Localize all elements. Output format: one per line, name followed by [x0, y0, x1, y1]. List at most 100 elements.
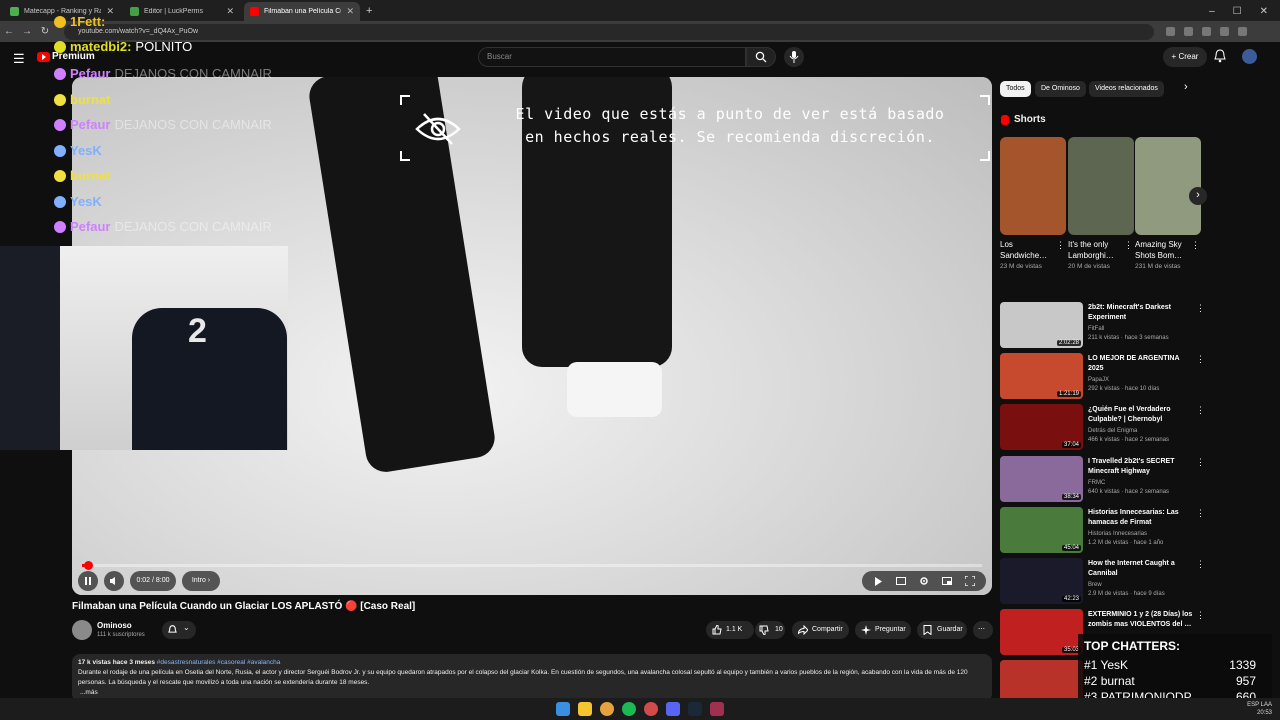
more-vertical-icon[interactable]: ⋮	[1196, 303, 1205, 314]
steam-icon[interactable]	[688, 702, 702, 716]
create-button[interactable]: + Crear	[1163, 47, 1207, 67]
more-vertical-icon[interactable]: ⋮	[1196, 610, 1205, 621]
video-title[interactable]: ¿Quién Fue el Verdadero Culpable? | Cher…	[1088, 405, 1194, 425]
start-menu-icon[interactable]	[556, 702, 570, 716]
close-tab-icon[interactable]: ✕	[226, 6, 234, 17]
dislike-button[interactable]: 10	[755, 621, 785, 639]
tab-youtube[interactable]: Filmaban una Película Cuand ✕	[244, 2, 360, 21]
channel-name[interactable]: PapaJX	[1088, 377, 1109, 383]
close-tab-icon[interactable]: ✕	[346, 6, 354, 17]
chip-all[interactable]: Todos	[1000, 81, 1031, 97]
more-vertical-icon[interactable]: ⋮	[1196, 457, 1205, 468]
video-title[interactable]: How the Internet Caught a Cannibal	[1088, 559, 1194, 579]
channel-avatar[interactable]	[72, 620, 92, 640]
subscription-bell-button[interactable]: ⌄	[162, 621, 196, 639]
share-button[interactable]: Compartir	[792, 621, 849, 639]
video-thumbnail[interactable]: 35:03	[1000, 609, 1083, 656]
short-thumbnail[interactable]	[1000, 137, 1066, 235]
subtitles-icon[interactable]	[896, 577, 906, 585]
channel-name[interactable]: Brew	[1088, 582, 1102, 588]
file-explorer-icon[interactable]	[578, 702, 592, 716]
tab-luckperms[interactable]: Editor | LuckPerms ✕	[124, 2, 240, 21]
short-title[interactable]: Amazing Sky Shots Bom…	[1135, 239, 1191, 261]
volume-button[interactable]	[104, 571, 124, 591]
forward-icon[interactable]: →	[18, 26, 36, 37]
settings-gear-icon[interactable]	[919, 576, 929, 586]
video-thumbnail[interactable]: 1:21:19	[1000, 353, 1083, 400]
close-window-icon[interactable]: ✕	[1260, 6, 1268, 17]
system-clock[interactable]: ESP LAA 20:53	[1247, 701, 1272, 717]
video-title[interactable]: I Travelled 2b2t's SECRET Minecraft High…	[1088, 457, 1194, 477]
recommended-video[interactable]: 2:02:28 2b2t: Minecraft's Darkest Experim…	[1000, 302, 1205, 348]
recommended-video[interactable]: 45:04 Historias Innecesarias: Las hamacas…	[1000, 506, 1205, 553]
video-thumbnail[interactable]: 2:02:28	[1000, 302, 1083, 348]
channel-name[interactable]: FitFall	[1088, 326, 1104, 332]
short-thumbnail[interactable]	[1135, 137, 1201, 235]
maximize-icon[interactable]: ☐	[1233, 6, 1242, 17]
miniplayer-icon[interactable]	[942, 577, 952, 585]
video-thumbnail[interactable]: 42:23	[1000, 558, 1083, 604]
more-vertical-icon[interactable]: ⋮	[1124, 240, 1133, 251]
video-title[interactable]: 2b2t: Minecraft's Darkest Experiment	[1088, 303, 1194, 323]
channel-name[interactable]: Detrás del Enigma	[1088, 428, 1137, 434]
voice-search-button[interactable]	[784, 47, 804, 67]
discord-icon[interactable]	[666, 702, 680, 716]
back-icon[interactable]: ←	[0, 26, 18, 37]
pause-button[interactable]	[78, 571, 98, 591]
extension-icon[interactable]	[1166, 27, 1175, 36]
new-tab-button[interactable]: +	[366, 2, 372, 21]
video-thumbnail[interactable]: 37:04	[1000, 404, 1083, 451]
extension-icon[interactable]	[1202, 27, 1211, 36]
short-thumbnail[interactable]	[1068, 137, 1134, 235]
short-title[interactable]: It's the only Lamborghi…	[1068, 239, 1124, 261]
notifications-bell-icon[interactable]	[1214, 49, 1226, 63]
progress-bar[interactable]	[82, 561, 982, 570]
short-card[interactable]: Amazing Sky Shots Bom… 231 M de vistas ⋮	[1135, 137, 1201, 271]
video-title[interactable]: LO MEJOR DE ARGENTINA 2025	[1088, 354, 1194, 374]
video-title[interactable]: EXTERMINIO 1 y 2 (28 Días) los zombis ma…	[1088, 610, 1194, 630]
channel-name[interactable]: Historias Innecesarias	[1088, 531, 1147, 537]
more-actions-button[interactable]: ⋯	[973, 621, 993, 639]
more-vertical-icon[interactable]: ⋮	[1196, 559, 1205, 570]
recommended-video[interactable]: 37:04 ¿Quién Fue el Verdadero Culpable? |…	[1000, 404, 1205, 451]
search-input[interactable]: Buscar	[478, 47, 746, 67]
minimize-icon[interactable]: –	[1209, 6, 1215, 17]
short-card[interactable]: It's the only Lamborghi… 20 M de vistas ⋮	[1068, 137, 1134, 271]
save-button[interactable]: Guardar	[917, 621, 967, 639]
more-vertical-icon[interactable]: ⋮	[1191, 240, 1200, 251]
menu-icon[interactable]: ☰	[13, 51, 25, 67]
url-field[interactable]: youtube.com/watch?v=_dQ4Ax_PuOw	[64, 23, 1154, 40]
recommended-video[interactable]: 1:21:19 LO MEJOR DE ARGENTINA 2025 PapaJX 2…	[1000, 353, 1205, 400]
video-title[interactable]: Historias Innecesarias: Las hamacas de F…	[1088, 508, 1194, 528]
ask-button[interactable]: Preguntar	[855, 621, 911, 639]
channel-name[interactable]: Ominoso	[97, 621, 132, 630]
more-vertical-icon[interactable]: ⋮	[1196, 508, 1205, 519]
more-vertical-icon[interactable]: ⋮	[1056, 240, 1065, 251]
short-card[interactable]: Los Sandwiche… 23 M de vistas ⋮	[1000, 137, 1066, 271]
short-title[interactable]: Los Sandwiche…	[1000, 239, 1056, 261]
youtube-logo-icon[interactable]	[37, 52, 50, 62]
channel-name[interactable]: FRMC	[1088, 480, 1105, 486]
show-more-link[interactable]: ...más	[78, 688, 986, 698]
chip-from-channel[interactable]: De Ominoso	[1035, 81, 1086, 97]
autoplay-icon[interactable]	[874, 577, 883, 586]
recommended-video[interactable]: 38:34 I Travelled 2b2t's SECRET Minecraft…	[1000, 455, 1205, 502]
spotify-icon[interactable]	[622, 702, 636, 716]
fullscreen-icon[interactable]	[965, 576, 975, 586]
more-vertical-icon[interactable]: ⋮	[1196, 354, 1205, 365]
extension-icon[interactable]	[1238, 27, 1247, 36]
account-avatar[interactable]	[1242, 49, 1257, 64]
video-thumbnail[interactable]: 38:34	[1000, 455, 1083, 502]
extension-icon[interactable]	[1184, 27, 1193, 36]
extension-icon[interactable]	[1220, 27, 1229, 36]
progress-scrubber[interactable]	[83, 561, 93, 570]
video-thumbnail[interactable]: 45:04	[1000, 506, 1083, 553]
like-button[interactable]: 1.1 K	[706, 621, 754, 639]
search-button[interactable]	[746, 47, 776, 67]
shorts-next-button[interactable]: ›	[1189, 187, 1207, 205]
reload-icon[interactable]: ↻	[36, 26, 54, 37]
chip-related[interactable]: Videos relacionados	[1089, 81, 1164, 97]
description-box[interactable]: 17 k vistas hace 3 meses #desastresnatur…	[72, 654, 992, 702]
recommended-video[interactable]: 42:23 How the Internet Caught a Cannibal B…	[1000, 558, 1205, 604]
more-vertical-icon[interactable]: ⋮	[1196, 405, 1205, 416]
